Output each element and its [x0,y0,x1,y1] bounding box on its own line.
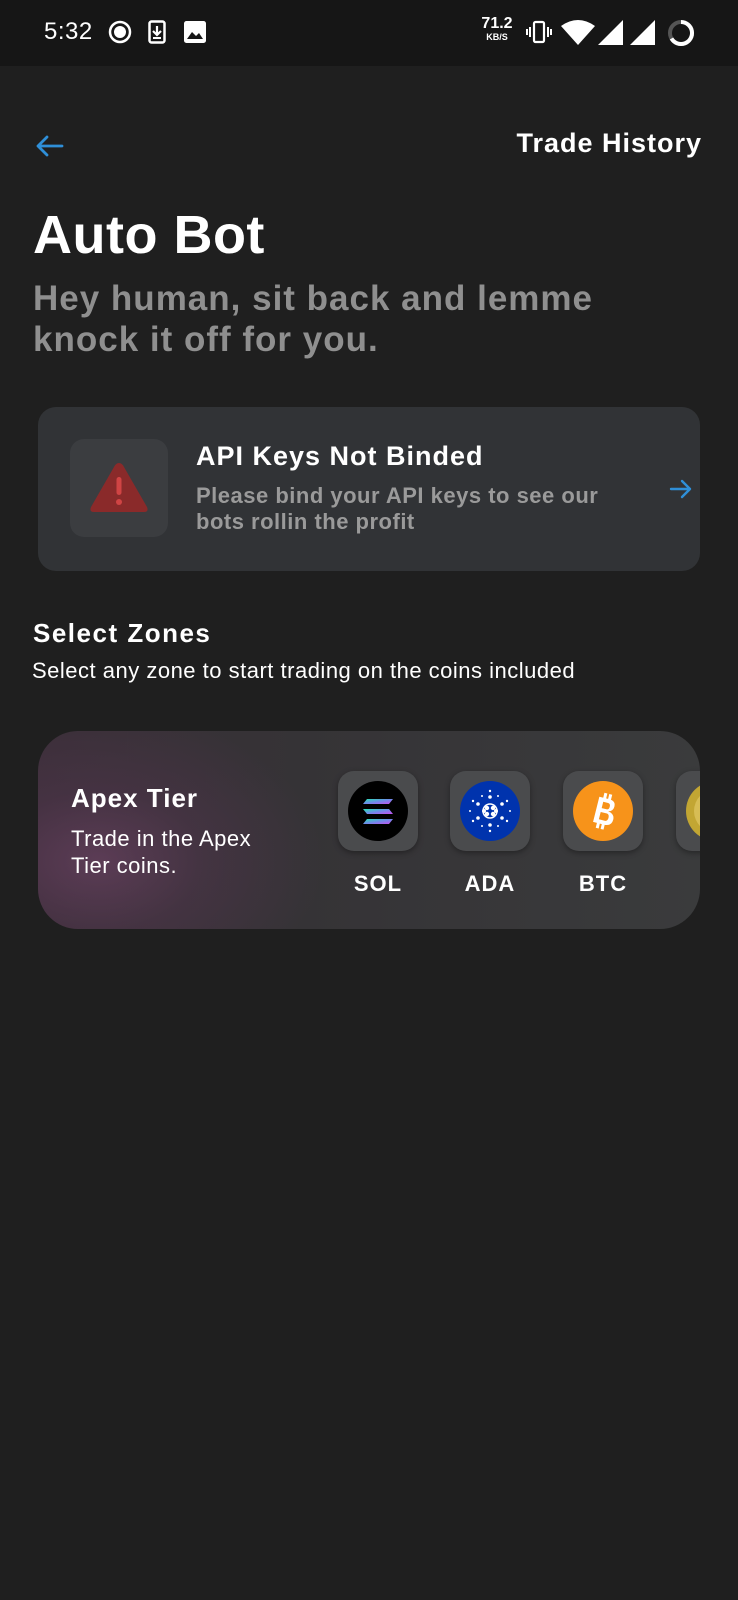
vibrate-icon [526,20,552,49]
coin-icon-box [563,771,643,851]
back-button[interactable] [30,126,70,166]
coin-label: D [676,871,700,897]
cardano-icon [460,781,520,841]
solana-icon [348,781,408,841]
zone-card-apex-tier[interactable]: Apex Tier Trade in the Apex Tier coins. … [38,731,700,929]
network-speed: 71.2 KB/S [476,16,518,42]
bitcoin-icon [573,781,633,841]
status-bar: 5:32 71.2 KB/S [0,0,738,66]
coin-label: ADA [464,871,516,896]
alert-title: API Keys Not Binded [196,441,484,471]
coin-icon-box [338,771,418,851]
zone-description: Trade in the Apex Tier coins. [71,826,252,878]
signal-icon [598,20,624,51]
arrow-right-icon [668,477,694,506]
battery-icon [667,19,695,52]
arrow-left-icon [36,135,64,157]
coin-item-doge[interactable]: D [676,771,700,897]
coin-item-sol[interactable]: SOL [338,771,418,897]
trade-history-button[interactable]: Trade History [516,128,702,159]
zone-title: Apex Tier [71,783,199,813]
status-time: 5:32 [44,18,93,45]
dogecoin-icon [686,785,700,837]
section-title: Select Zones [33,618,212,648]
api-keys-alert-card[interactable]: API Keys Not Binded Please bind your API… [38,407,700,571]
alert-description: Please bind your API keys to see our bot… [196,483,599,534]
page-subtitle: Hey human, sit back and lemme knock it o… [33,279,594,359]
section-subtitle: Select any zone to start trading on the … [32,658,576,683]
coin-icon-box [450,771,530,851]
network-speed-value: 71.2 [481,15,513,32]
download-icon [148,20,166,49]
coin-label: SOL [353,871,403,896]
signal-icon [630,20,656,51]
network-speed-unit: KB/S [486,32,508,42]
coin-item-btc[interactable]: BTC [563,771,643,897]
warning-icon-container [70,439,168,537]
coin-label: BTC [578,871,628,896]
warning-icon [90,463,148,512]
wifi-icon [561,20,595,51]
page-title: Auto Bot [33,205,265,265]
record-icon [108,20,132,49]
coin-item-ada[interactable]: ADA [450,771,530,897]
coin-icon-box [676,771,700,851]
image-icon [184,21,206,48]
